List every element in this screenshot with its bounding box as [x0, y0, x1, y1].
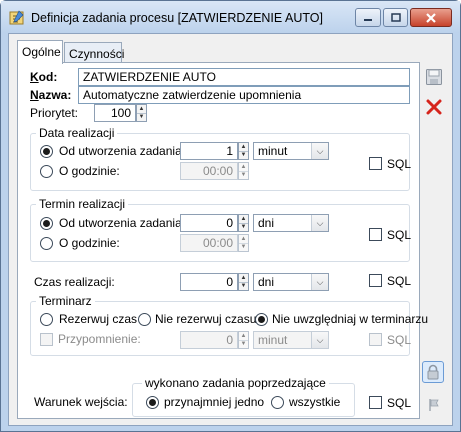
- termin-unit-value: dni: [258, 216, 275, 230]
- terminarz-title: Terminarz: [36, 294, 95, 308]
- nazwa-label: Nazwa:: [30, 88, 72, 102]
- lock-icon: [427, 364, 439, 380]
- data-o-godzinie-label: O godzinie:: [59, 164, 120, 178]
- czas-realizacji-spinner[interactable]: ▲ ▼: [238, 273, 249, 291]
- termin-o-godzinie-spinner[interactable]: ▲ ▼: [238, 234, 249, 252]
- window-title: Definicja zadania procesu [ZATWIERDZENIE…: [31, 11, 323, 25]
- chevron-down-icon: ⌵: [311, 274, 328, 290]
- termin-od-utworzenia-label: Od utworzenia zadania:: [59, 216, 186, 230]
- flag-button[interactable]: [423, 394, 445, 416]
- close-button[interactable]: [410, 8, 452, 27]
- nazwa-input[interactable]: Automatyczne zatwierdzenie upomnienia: [78, 86, 410, 104]
- czas-sql-label: SQL: [387, 274, 412, 288]
- maximize-icon: [390, 13, 401, 22]
- wszystkie-radio[interactable]: [271, 396, 284, 409]
- termin-o-godzinie-value[interactable]: 00:00: [180, 234, 238, 252]
- termin-sql-checkbox[interactable]: [369, 228, 382, 241]
- close-icon: [426, 12, 436, 23]
- przypomnienie-checkbox[interactable]: [40, 333, 53, 346]
- termin-sql-label: SQL: [387, 228, 412, 242]
- wszystkie-label: wszystkie: [289, 395, 341, 409]
- czas-realizacji-label: Czas realizacji:: [34, 275, 115, 289]
- data-od-utworzenia-spinner[interactable]: ▲ ▼: [238, 142, 249, 160]
- title-bar[interactable]: Definicja zadania procesu [ZATWIERDZENIE…: [1, 1, 460, 33]
- termin-realizacji-group: [30, 204, 410, 262]
- termin-o-godzinie-label: O godzinie:: [59, 236, 120, 250]
- data-unit-value: minut: [258, 144, 288, 158]
- data-sql-checkbox[interactable]: [369, 157, 382, 170]
- czas-realizacji-value[interactable]: 0: [180, 273, 238, 291]
- nie-uwzgledniaj-radio[interactable]: [255, 313, 268, 326]
- tab-panel-ogolne: Kod: ZATWIERDZENIE AUTO Nazwa: Automatyc…: [17, 62, 428, 419]
- kod-input[interactable]: ZATWIERDZENIE AUTO: [78, 68, 410, 86]
- rezerwuj-czas-radio[interactable]: [40, 313, 53, 326]
- save-icon: [426, 69, 442, 85]
- przynajmniej-jedno-label: przynajmniej jedno: [164, 395, 265, 409]
- tab-czynnosci-label: Czynności: [69, 47, 125, 61]
- warunek-group-title: wykonano zadania poprzedzające: [142, 376, 329, 390]
- window: Definicja zadania procesu [ZATWIERDZENIE…: [0, 0, 461, 432]
- termin-unit-select[interactable]: dni ⌵: [253, 214, 329, 232]
- nie-rezerwuj-czasu-label: Nie rezerwuj czasu: [155, 312, 257, 326]
- kod-label: Kod:: [30, 70, 58, 84]
- data-o-godzinie-spinner[interactable]: ▲ ▼: [238, 162, 249, 180]
- przypomnienie-unit-select[interactable]: minut ⌵: [253, 331, 329, 349]
- chevron-down-icon: ⌵: [311, 215, 328, 231]
- tab-ogolne[interactable]: Ogólne: [17, 40, 63, 64]
- termin-od-utworzenia-radio[interactable]: [40, 217, 53, 230]
- chevron-down-icon: ⌵: [311, 332, 328, 348]
- tab-czynnosci[interactable]: Czynności: [64, 42, 125, 64]
- termin-o-godzinie-radio[interactable]: [40, 237, 53, 250]
- data-od-utworzenia-radio[interactable]: [40, 145, 53, 158]
- czas-unit-select[interactable]: dni ⌵: [253, 273, 329, 291]
- czas-unit-value: dni: [258, 275, 275, 289]
- data-o-godzinie-radio[interactable]: [40, 165, 53, 178]
- cancel-button[interactable]: [423, 96, 445, 118]
- app-icon: [9, 10, 24, 25]
- przypomnienie-value[interactable]: 0: [180, 331, 238, 349]
- maximize-button[interactable]: [383, 8, 408, 27]
- lock-button[interactable]: [422, 361, 444, 383]
- priorytet-label: Priorytet:: [30, 106, 79, 120]
- nie-rezerwuj-czasu-radio[interactable]: [138, 313, 151, 326]
- chevron-down-icon: ⌵: [311, 143, 328, 159]
- przynajmniej-jedno-radio[interactable]: [146, 396, 159, 409]
- data-od-utworzenia-label: Od utworzenia zadania:: [59, 144, 186, 158]
- termin-realizacji-title: Termin realizacji: [36, 197, 129, 211]
- minimize-button[interactable]: [355, 8, 381, 27]
- data-od-utworzenia-value[interactable]: 1: [180, 142, 238, 160]
- przypomnienie-label: Przypomnienie:: [58, 332, 141, 346]
- warunek-sql-checkbox[interactable]: [369, 396, 382, 409]
- termin-od-utworzenia-spinner[interactable]: ▲ ▼: [238, 214, 249, 232]
- termin-od-utworzenia-value[interactable]: 0: [180, 214, 238, 232]
- terminarz-sql-checkbox[interactable]: [369, 333, 382, 346]
- minimize-icon: [364, 18, 372, 21]
- czas-sql-checkbox[interactable]: [369, 274, 382, 287]
- data-realizacji-title: Data realizacji: [36, 126, 118, 140]
- przypomnienie-spinner[interactable]: ▲ ▼: [238, 331, 249, 349]
- tab-ogolne-label: Ogólne: [22, 45, 61, 59]
- terminarz-sql-label: SQL: [387, 333, 412, 347]
- warunek-label: Warunek wejścia:: [34, 395, 128, 409]
- warunek-sql-label: SQL: [387, 396, 412, 410]
- save-button[interactable]: [423, 66, 445, 88]
- priorytet-input[interactable]: 100: [94, 104, 136, 122]
- data-o-godzinie-value[interactable]: 00:00: [180, 162, 238, 180]
- data-sql-label: SQL: [387, 157, 412, 171]
- przypomnienie-unit-value: minut: [258, 333, 288, 347]
- priorytet-spinner[interactable]: ▲ ▼: [136, 104, 147, 122]
- data-unit-select[interactable]: minut ⌵: [253, 142, 329, 160]
- rezerwuj-czas-label: Rezerwuj czas: [59, 312, 138, 326]
- dialog-body: Ogólne Czynności Kod: ZATWIERDZENIE AUTO…: [8, 33, 453, 426]
- flag-icon: [429, 399, 439, 411]
- nie-uwzgledniaj-label: Nie uwzględniaj w terminarzu: [272, 312, 429, 326]
- cancel-icon: [426, 99, 442, 115]
